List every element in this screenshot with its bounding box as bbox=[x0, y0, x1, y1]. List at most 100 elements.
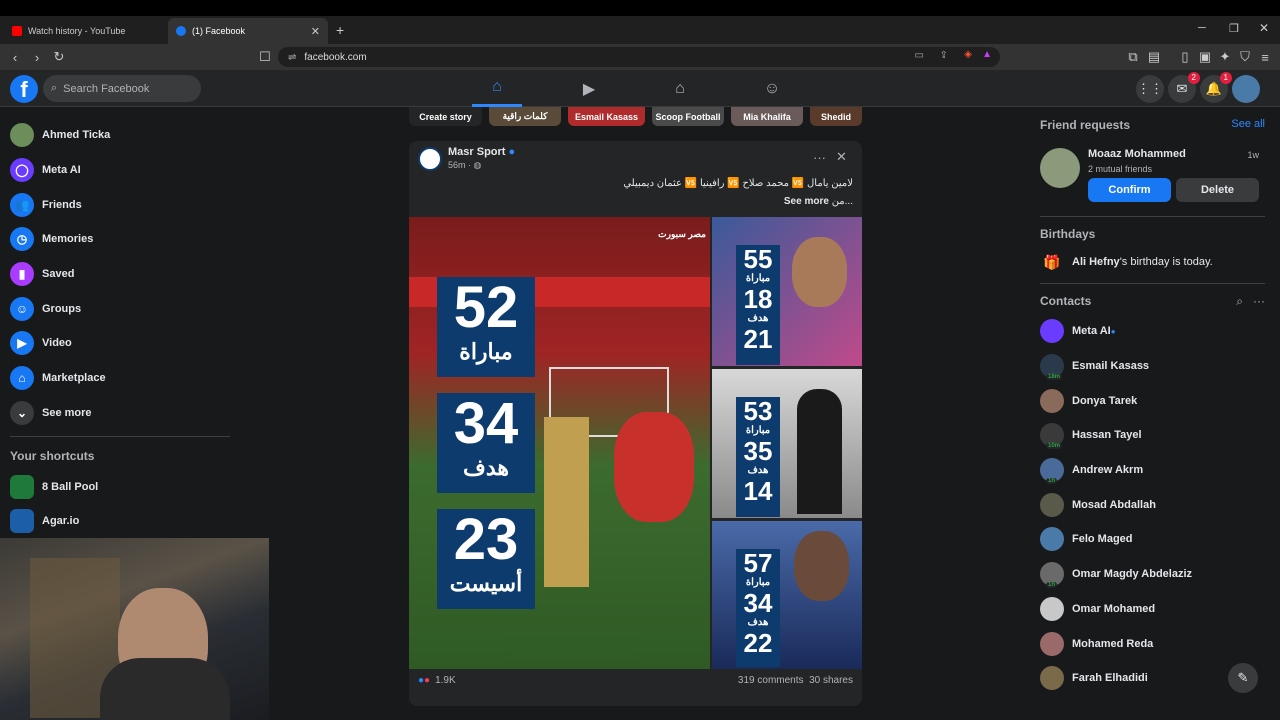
messenger-button[interactable]: ✉ 2 bbox=[1168, 72, 1200, 103]
video-icon: ▶ bbox=[10, 331, 34, 356]
shortcut-item[interactable]: Agar.io bbox=[0, 504, 240, 539]
profile-avatar[interactable] bbox=[1232, 75, 1260, 103]
birthday-name: Ali Hefny bbox=[1072, 256, 1120, 268]
search-contacts-icon[interactable]: ⌕ bbox=[1236, 294, 1243, 308]
story-item[interactable]: Scoop Football bbox=[652, 107, 724, 126]
notifications-button[interactable]: 🔔 1 bbox=[1200, 72, 1232, 103]
post-image-side-2[interactable]: 53 مباراة 35 هدف 14 bbox=[712, 369, 862, 518]
see-more-link[interactable]: See more bbox=[784, 196, 829, 207]
sidebar-item-label: Memories bbox=[42, 233, 94, 246]
menu-icon[interactable]: ≡ bbox=[1254, 50, 1276, 65]
player-face bbox=[794, 531, 849, 601]
contact-item[interactable]: 1h Andrew Akrm bbox=[1040, 453, 1265, 488]
sidebar-item-groups[interactable]: ☺ Groups bbox=[0, 291, 240, 326]
stat-goals: 34 هدف bbox=[437, 393, 535, 493]
nav-video[interactable]: ▶ bbox=[564, 70, 614, 107]
story-create[interactable]: Create story bbox=[409, 107, 482, 126]
contact-item[interactable]: 1h Omar Magdy Abdelaziz bbox=[1040, 557, 1265, 592]
home-icon: ⌂ bbox=[492, 78, 502, 95]
post-options-icon[interactable]: ··· bbox=[813, 150, 826, 165]
contacts-options-icon[interactable]: ··· bbox=[1253, 294, 1265, 308]
contacts-title: Contacts bbox=[1040, 294, 1092, 308]
confirm-button[interactable]: Confirm bbox=[1088, 178, 1171, 202]
post-text-tail: من... bbox=[831, 196, 853, 207]
sidebar-item-memories[interactable]: ◷ Memories bbox=[0, 222, 240, 257]
close-tab-icon[interactable]: ✕ bbox=[311, 25, 320, 38]
contact-item[interactable]: Mosad Abdallah bbox=[1040, 487, 1265, 522]
page-avatar[interactable] bbox=[418, 147, 442, 171]
comments-count[interactable]: 319 comments bbox=[738, 675, 804, 686]
requester-avatar[interactable] bbox=[1040, 148, 1080, 188]
sidebar-item-see-more[interactable]: ⌄ See more bbox=[0, 396, 240, 431]
brave-rewards-icon[interactable]: ▲ bbox=[982, 49, 992, 60]
nav-home[interactable]: ⌂ bbox=[472, 70, 522, 107]
reactions-summary[interactable]: ● ● 1.9K bbox=[418, 675, 456, 686]
cast-icon[interactable]: ▭ bbox=[915, 50, 924, 61]
stat-number: 21 bbox=[743, 324, 773, 354]
story-item[interactable]: Esmail Kasass bbox=[568, 107, 645, 126]
contact-name: Esmail Kasass bbox=[1072, 360, 1150, 373]
site-info-icon[interactable]: ⇌ bbox=[288, 52, 296, 63]
shortcut-item[interactable]: 8 Ball Pool bbox=[0, 469, 240, 504]
contact-item[interactable]: 10m Hassan Tayel bbox=[1040, 418, 1265, 453]
post-image-main[interactable]: 52 مباراة 34 هدف 23 أسيست مصر سبورت bbox=[409, 217, 710, 669]
new-tab-button[interactable]: + bbox=[336, 22, 344, 38]
see-all-link[interactable]: See all bbox=[1231, 118, 1265, 142]
request-time: 1w bbox=[1247, 150, 1259, 160]
birthday-row[interactable]: 🎁 Ali Hefny's birthday is today. bbox=[1040, 249, 1265, 275]
tab-youtube[interactable]: Watch history - YouTube bbox=[4, 18, 164, 44]
facebook-header: f ⌕ Search Facebook ⌂ ▶ ⌂ ☺ ⋮⋮ ✉ 2 🔔 1 bbox=[0, 70, 1280, 107]
wallet-icon[interactable]: ▣ bbox=[1194, 49, 1216, 65]
avatar bbox=[10, 123, 34, 148]
nav-groups[interactable]: ☺ bbox=[747, 70, 797, 107]
back-icon[interactable]: ‹ bbox=[4, 50, 26, 65]
restore-icon[interactable]: ❐ bbox=[1229, 22, 1239, 35]
reload-icon[interactable]: ↻ bbox=[48, 49, 70, 65]
forward-icon[interactable]: › bbox=[26, 50, 48, 65]
url-field[interactable]: ⇌ facebook.com ▭ ⇪ ◈ ▲ bbox=[278, 47, 1000, 67]
contact-item[interactable]: 18m Esmail Kasass bbox=[1040, 349, 1265, 384]
nav-marketplace[interactable]: ⌂ bbox=[655, 70, 705, 107]
sidebar-item-video[interactable]: ▶ Video bbox=[0, 326, 240, 361]
stat-number: 14 bbox=[743, 476, 773, 506]
shares-count[interactable]: 30 shares bbox=[809, 675, 853, 686]
story-item[interactable]: Mia Khalifa bbox=[731, 107, 803, 126]
story-item[interactable]: Shedid bbox=[810, 107, 862, 126]
post-image-side-3[interactable]: 57 مباراة 34 هدف 22 bbox=[712, 521, 862, 669]
reader-icon[interactable]: ▤ bbox=[1143, 49, 1165, 65]
address-bar: ‹ › ↻ ☐ ⇌ facebook.com ▭ ⇪ ◈ ▲ ⧉ ▤ ▯ ▣ ✦… bbox=[0, 44, 1280, 70]
post-author[interactable]: Masr Sport ● bbox=[448, 146, 515, 158]
brave-shield-icon[interactable]: ◈ bbox=[964, 49, 972, 60]
contact-item[interactable]: Mohamed Reda bbox=[1040, 626, 1265, 661]
delete-button[interactable]: Delete bbox=[1176, 178, 1259, 202]
bookmark-icon[interactable]: ☐ bbox=[254, 49, 276, 65]
search-input[interactable]: ⌕ Search Facebook bbox=[43, 75, 201, 102]
contact-item[interactable]: Donya Tarek bbox=[1040, 383, 1265, 418]
menu-button[interactable]: ⋮⋮ bbox=[1136, 75, 1164, 103]
sidebar-item-friends[interactable]: 👥 Friends bbox=[0, 187, 240, 222]
minimize-icon[interactable]: ─ bbox=[1198, 22, 1206, 34]
new-message-button[interactable]: ✎ bbox=[1228, 663, 1258, 693]
post-image-side-1[interactable]: 55 مباراة 18 هدف 21 bbox=[712, 217, 862, 366]
sidebar-icon[interactable]: ▯ bbox=[1174, 49, 1196, 65]
stat-number: 52 bbox=[453, 275, 519, 340]
extensions-icon[interactable]: ⧉ bbox=[1122, 49, 1144, 65]
leo-icon[interactable]: ✦ bbox=[1214, 49, 1236, 65]
requester-name[interactable]: Moaaz Mohammed bbox=[1088, 148, 1186, 160]
contact-item[interactable]: Meta AI ● bbox=[1040, 314, 1265, 349]
contact-item[interactable]: Omar Mohamed bbox=[1040, 592, 1265, 627]
sidebar-item-saved[interactable]: ▮ Saved bbox=[0, 257, 240, 292]
post-text-more: See more من... bbox=[784, 196, 853, 207]
story-item[interactable]: كلمات راقية bbox=[489, 107, 561, 126]
facebook-logo[interactable]: f bbox=[10, 75, 38, 103]
share-icon[interactable]: ⇪ bbox=[940, 50, 948, 61]
sidebar-item-ahmed-ticka[interactable]: Ahmed Ticka bbox=[0, 118, 240, 153]
tab-facebook[interactable]: (1) Facebook ✕ bbox=[168, 18, 328, 44]
window-close-icon[interactable]: ✕ bbox=[1259, 21, 1269, 35]
sidebar-item-meta-ai[interactable]: ◯ Meta AI bbox=[0, 153, 240, 188]
vpn-icon[interactable]: ⛉ bbox=[1234, 49, 1256, 65]
contact-item[interactable]: Felo Maged bbox=[1040, 522, 1265, 557]
post-time[interactable]: 56m · ◍ bbox=[448, 160, 481, 171]
hide-post-icon[interactable]: ✕ bbox=[836, 149, 847, 165]
sidebar-item-marketplace[interactable]: ⌂ Marketplace bbox=[0, 361, 240, 396]
